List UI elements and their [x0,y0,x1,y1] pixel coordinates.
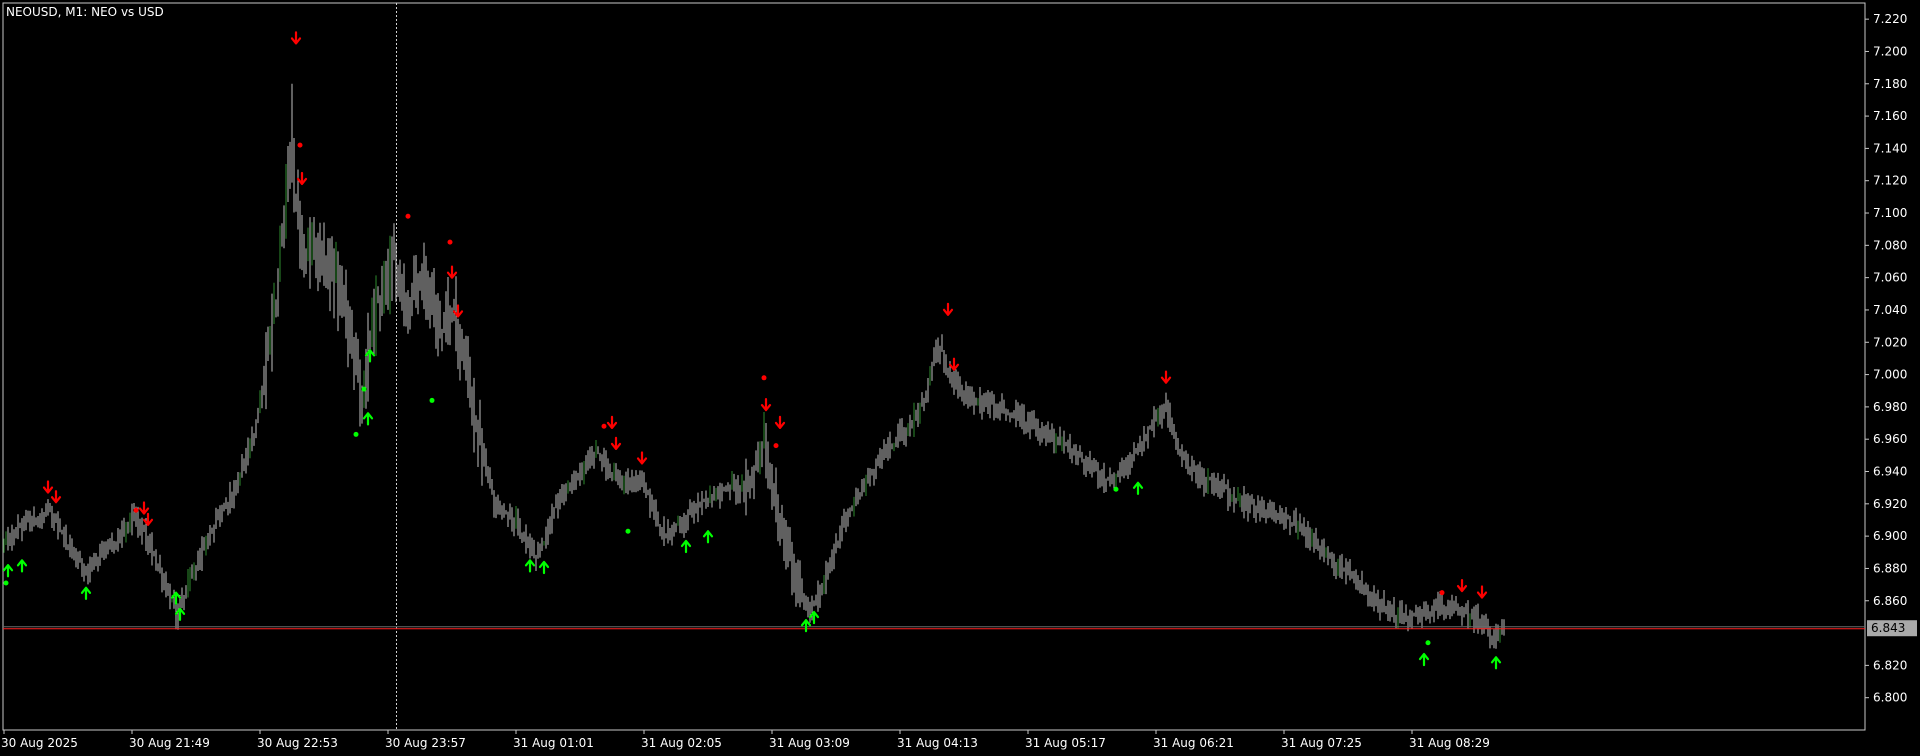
sell-signal-dot [297,142,303,148]
time-axis-label: 31 Aug 06:21 [1153,736,1234,750]
sell-signal-dot [405,213,411,219]
price-axis-label: 6.960 [1873,432,1907,446]
price-axis-label: 6.860 [1873,594,1907,608]
buy-signal-dot [1113,486,1119,492]
sell-signal-dot [447,239,453,245]
price-axis-label: 7.140 [1873,141,1907,155]
price-axis-label: 7.160 [1873,109,1907,123]
sell-signal-dot [601,423,607,429]
time-axis-label: 31 Aug 04:13 [897,736,978,750]
sell-signal-dot [133,507,139,513]
time-axis-label: 31 Aug 07:25 [1281,736,1362,750]
time-axis-label: 31 Aug 02:05 [641,736,722,750]
current-price-label: 6.843 [1871,621,1905,635]
buy-signal-dot [353,431,359,437]
time-axis-label: 31 Aug 03:09 [769,736,850,750]
price-chart[interactable]: NEOUSD, M1: NEO vs USD 7.220 7.200 7.180 7.… [0,0,1920,756]
time-axis-label: 31 Aug 05:17 [1025,736,1106,750]
price-axis-label: 6.800 [1873,691,1907,705]
price-axis-label: 6.820 [1873,658,1907,672]
price-axis-label: 7.080 [1873,238,1907,252]
price-axis-label: 7.120 [1873,174,1907,188]
sell-signal-dot [1439,590,1445,596]
price-axis-label: 6.940 [1873,465,1907,479]
sell-signal-dot [773,443,779,449]
price-axis-label: 7.220 [1873,12,1907,26]
sell-signal-dot [761,375,767,381]
price-axis-label: 6.920 [1873,497,1907,511]
buy-signal-dot [625,528,631,534]
time-axis-label: 30 Aug 21:49 [129,736,210,750]
price-axis-label: 7.040 [1873,303,1907,317]
buy-signal-dot [3,580,9,586]
price-axis-label: 7.100 [1873,206,1907,220]
time-axis-label: 30 Aug 2025 [1,736,78,750]
price-axis-label: 7.060 [1873,271,1907,285]
time-axis-label: 30 Aug 22:53 [257,736,338,750]
chart-title: NEOUSD, M1: NEO vs USD [6,5,164,19]
price-axis-label: 7.180 [1873,77,1907,91]
price-axis-label: 6.900 [1873,529,1907,543]
buy-signal-dot [1425,640,1431,646]
time-axis-label: 31 Aug 08:29 [1409,736,1490,750]
buy-signal-dot [361,386,367,392]
buy-signal-dot [429,397,435,403]
price-axis-label: 6.880 [1873,561,1907,575]
time-axis-label: 30 Aug 23:57 [385,736,466,750]
time-axis-label: 31 Aug 01:01 [513,736,594,750]
price-axis-label: 6.980 [1873,400,1907,414]
price-axis-label: 7.000 [1873,368,1907,382]
price-axis-label: 7.020 [1873,335,1907,349]
price-axis-label: 7.200 [1873,44,1907,58]
